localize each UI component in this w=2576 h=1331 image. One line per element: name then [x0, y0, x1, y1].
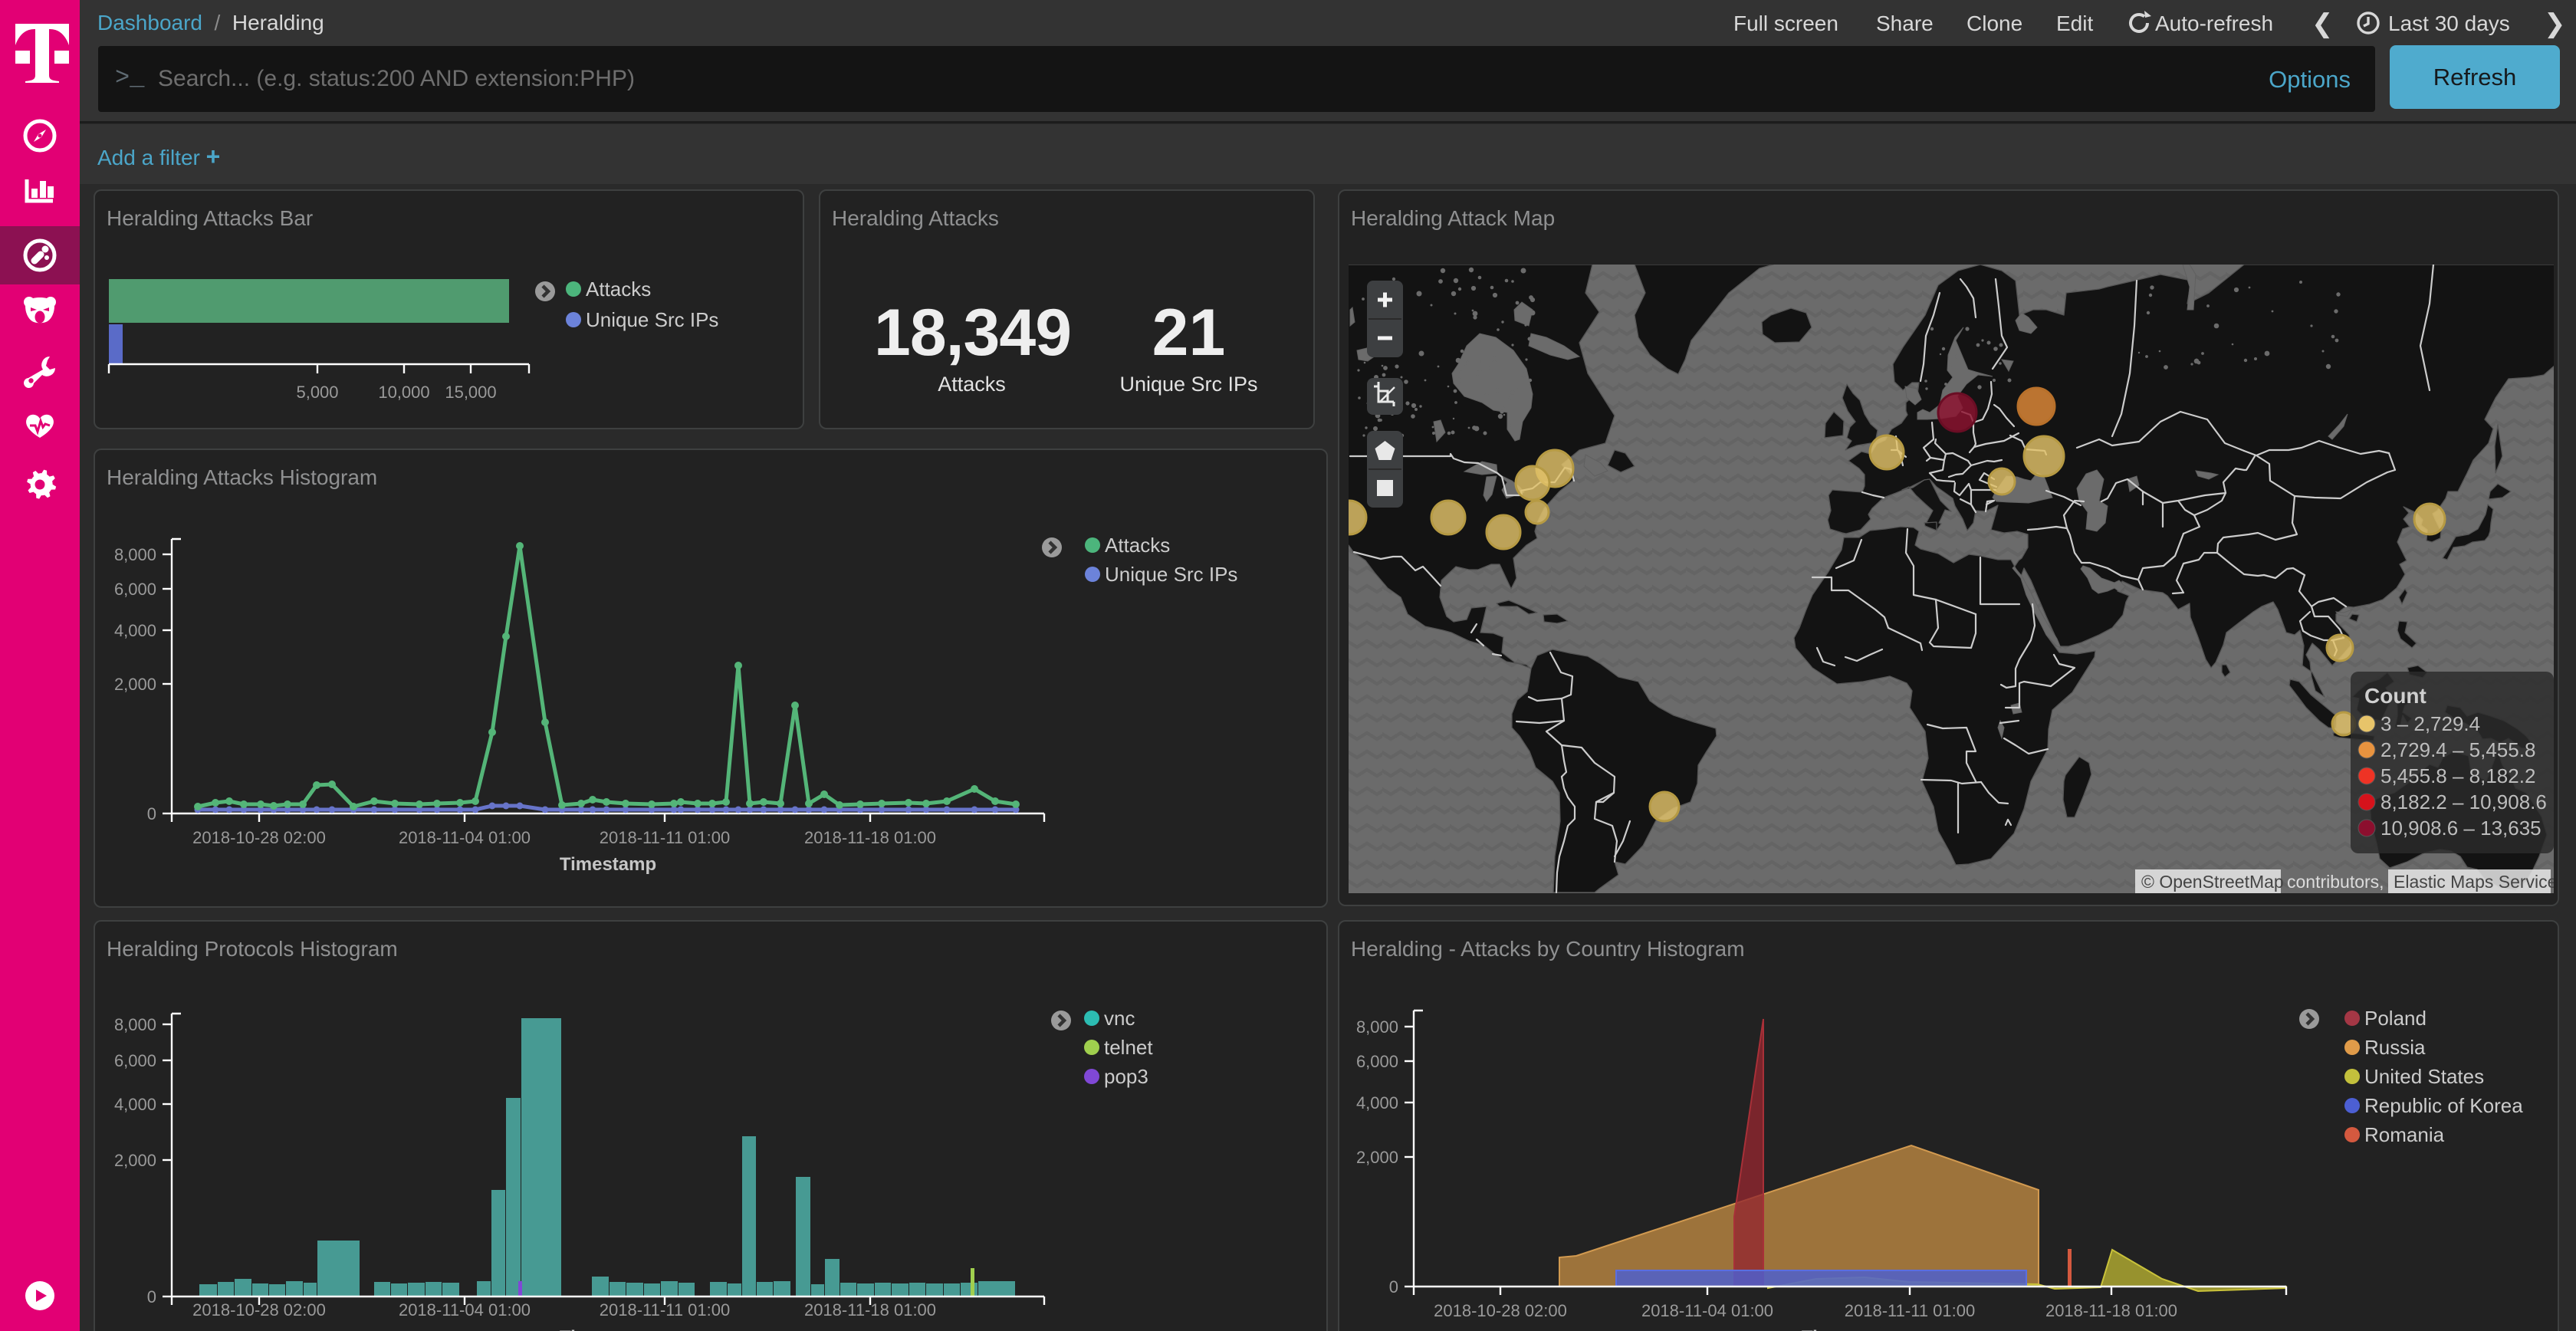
- svg-text:Elastic Maps Service: Elastic Maps Service: [2394, 872, 2554, 892]
- svg-text:Timestamp: Timestamp: [1802, 1327, 1898, 1331]
- svg-text:2,000: 2,000: [114, 1151, 156, 1170]
- svg-text:2018-11-11 01:00: 2018-11-11 01:00: [1845, 1301, 1975, 1320]
- svg-text:2018-11-18 01:00: 2018-11-18 01:00: [2045, 1301, 2177, 1320]
- svg-text:2018-10-28 02:00: 2018-10-28 02:00: [192, 828, 326, 847]
- svg-text:2018-11-04 01:00: 2018-11-04 01:00: [399, 1300, 531, 1319]
- svg-text:Timestamp: Timestamp: [560, 854, 656, 875]
- svg-text:5,455.8 – 8,182.2: 5,455.8 – 8,182.2: [2380, 764, 2535, 787]
- svg-text:10,000: 10,000: [378, 383, 429, 402]
- svg-text:Unique Src IPs: Unique Src IPs: [586, 308, 718, 331]
- svg-text:8,000: 8,000: [114, 1015, 156, 1034]
- svg-text:15,000: 15,000: [445, 383, 496, 402]
- svg-text:2018-11-18 01:00: 2018-11-18 01:00: [804, 828, 936, 847]
- svg-text:Timestamp: Timestamp: [560, 1327, 656, 1331]
- svg-text:8,182.2 – 10,908.6: 8,182.2 – 10,908.6: [2380, 790, 2547, 813]
- svg-text:2018-11-11 01:00: 2018-11-11 01:00: [600, 828, 730, 847]
- svg-text:4,000: 4,000: [1356, 1093, 1398, 1112]
- svg-text:4,000: 4,000: [114, 1095, 156, 1114]
- svg-text:vnc: vnc: [1104, 1007, 1135, 1030]
- svg-text:Count: Count: [2364, 684, 2426, 708]
- svg-text:2018-11-04 01:00: 2018-11-04 01:00: [1641, 1301, 1773, 1320]
- svg-text:Romania: Romania: [2364, 1123, 2445, 1146]
- svg-text:Attacks: Attacks: [586, 278, 651, 301]
- svg-text:telnet: telnet: [1104, 1036, 1153, 1059]
- svg-text:8,000: 8,000: [114, 545, 156, 564]
- svg-text:2018-10-28 02:00: 2018-10-28 02:00: [1434, 1301, 1567, 1320]
- svg-text:pop3: pop3: [1104, 1065, 1148, 1088]
- svg-text:2018-11-18 01:00: 2018-11-18 01:00: [804, 1300, 936, 1319]
- svg-text:Poland: Poland: [2364, 1007, 2426, 1030]
- svg-text:4,000: 4,000: [114, 621, 156, 640]
- svg-text:2,000: 2,000: [1356, 1148, 1398, 1167]
- svg-text:6,000: 6,000: [114, 1051, 156, 1070]
- svg-text:8,000: 8,000: [1356, 1017, 1398, 1037]
- svg-text:6,000: 6,000: [114, 580, 156, 599]
- svg-text:3 – 2,729.4: 3 – 2,729.4: [2380, 712, 2480, 735]
- svg-text:2,000: 2,000: [114, 675, 156, 694]
- svg-text:2018-11-11 01:00: 2018-11-11 01:00: [600, 1300, 730, 1319]
- svg-text:0: 0: [147, 1287, 156, 1306]
- svg-text:2018-10-28 02:00: 2018-10-28 02:00: [192, 1300, 326, 1319]
- svg-text:United States: United States: [2364, 1065, 2484, 1088]
- svg-text:2018-11-04 01:00: 2018-11-04 01:00: [399, 828, 531, 847]
- svg-text:Republic of Korea: Republic of Korea: [2364, 1094, 2523, 1117]
- svg-text:6,000: 6,000: [1356, 1052, 1398, 1071]
- svg-text:Attacks: Attacks: [1105, 534, 1170, 557]
- svg-text:2,729.4 – 5,455.8: 2,729.4 – 5,455.8: [2380, 738, 2535, 761]
- svg-text:0: 0: [1389, 1277, 1398, 1296]
- svg-text:Unique Src IPs: Unique Src IPs: [1105, 563, 1237, 586]
- svg-text:contributors,: contributors,: [2287, 872, 2384, 892]
- svg-text:5,000: 5,000: [296, 383, 338, 402]
- svg-text:© OpenStreetMap: © OpenStreetMap: [2141, 872, 2284, 892]
- svg-text:0: 0: [147, 804, 156, 823]
- svg-text:10,908.6 – 13,635: 10,908.6 – 13,635: [2380, 817, 2542, 840]
- svg-text:Russia: Russia: [2364, 1036, 2426, 1059]
